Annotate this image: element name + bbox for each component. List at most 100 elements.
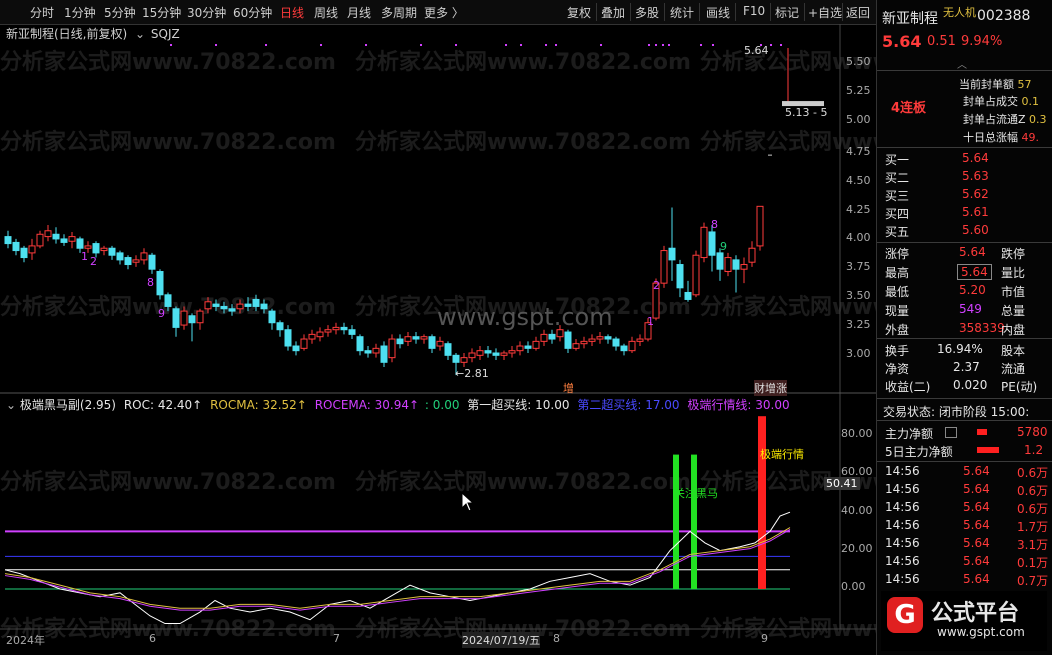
mark-button[interactable]: 标记 [775,4,799,21]
indicator-name[interactable]: SQJZ [151,27,180,41]
tab-30min[interactable]: 30分钟 [187,4,226,21]
sub-indicator-layer [4,416,791,625]
divider [699,3,700,21]
price-change-pct: 9.94% [961,34,1003,49]
chart-area[interactable]: 分析家公式网www.70822.com 分析家公式网www.70822.com 分析… [0,24,876,654]
event-label[interactable]: 增 [563,380,574,396]
table-icon[interactable] [945,427,957,438]
divider [770,3,771,21]
candle [716,248,724,281]
concept-tag[interactable]: 无人机 [943,4,976,20]
multi-stock-button[interactable]: 多股 [635,4,659,21]
price-tick: 5.25 [846,84,871,97]
candle [308,329,316,344]
tab-more[interactable]: 更多 〉 [424,4,464,21]
tick-volume: 1.7万 [1017,520,1049,534]
main-net5-bar [977,447,999,453]
candle [140,248,148,265]
candle [572,339,580,351]
signal-dot [520,44,522,46]
tick-time: 14:56 [885,554,920,568]
signal-dot [770,44,772,46]
bid-price[interactable]: 5.64 [962,151,989,165]
candle [356,334,364,356]
tab-5min[interactable]: 5分钟 [104,4,136,21]
candle [708,224,716,272]
tick-volume: 0.6万 [1017,484,1049,498]
price-tick: 5.00 [846,113,871,126]
rocma-line [4,527,791,609]
candle [516,341,524,356]
divider [804,3,805,21]
kline-svg[interactable]: 分析家公式网www.70822.com 分析家公式网www.70822.com 分析… [0,24,876,654]
td-number: 2 [90,255,97,268]
logo-box: G 公式平台 www.gspt.com [881,591,1047,651]
signal-dot [712,44,714,46]
stat-label: 外盘 [885,323,910,337]
bid-price[interactable]: 5.61 [962,205,989,219]
price-tick: 4.00 [846,231,871,244]
top-toolbar: 分时 1分钟 5分钟 15分钟 30分钟 60分钟 日线 周线 月线 多周期 更… [0,0,876,25]
chevron-down-icon[interactable]: ⌄ [135,27,145,41]
candle [156,269,164,300]
candle [460,353,468,367]
bid-price[interactable]: 5.63 [962,169,989,183]
add-watchlist-button[interactable]: +自选 [808,4,842,21]
back-button[interactable]: 返回 [846,4,870,21]
divider [630,3,631,21]
candle [268,308,276,330]
limit-up-count: 4连板 [891,101,927,116]
tab-60min[interactable]: 60分钟 [233,4,272,21]
stat-label: 总量 [1001,304,1026,318]
price-tick: 3.50 [846,289,871,302]
candle [196,308,204,330]
stat-label: 市值 [1001,285,1026,299]
overlay-button[interactable]: 叠加 [601,4,625,21]
seal-row: 封单占流通Z 0.3 [963,113,1047,126]
stat-label: 量比 [1001,266,1026,280]
trade-state: 交易状态: 闭市阶段 15:00: [883,405,1030,419]
event-label[interactable]: 财增涨 [754,380,787,396]
tick-time: 14:56 [885,464,920,478]
tab-multi-period[interactable]: 多周期 [381,4,417,21]
stat-label: 最低 [885,285,910,299]
stat-label: 股本 [1001,344,1026,358]
sub-tick: 20.00 [841,542,873,555]
candle [540,329,548,347]
bid-price[interactable]: 5.62 [962,187,989,201]
candle [28,238,36,260]
candle [68,231,76,249]
candle [116,250,124,265]
price-tick: 3.75 [846,260,871,273]
candle [100,245,108,256]
stat-value: 358339 [959,321,1005,335]
stat-value: 2.37 [953,360,980,374]
f10-button[interactable]: F10 [743,4,765,18]
td-number: 2 [653,279,660,292]
draw-line-button[interactable]: 画线 [706,4,730,21]
tab-daily[interactable]: 日线 [280,4,304,21]
price-tick: 4.25 [846,203,871,216]
price-tick: 5.50 [846,55,871,68]
tab-monthly[interactable]: 月线 [347,4,371,21]
stats-button[interactable]: 统计 [670,4,694,21]
tab-15min[interactable]: 15分钟 [142,4,181,21]
tab-1min[interactable]: 1分钟 [64,4,96,21]
signal-dot [648,44,650,46]
chevron-down-icon[interactable]: ⌄ [6,398,16,412]
stock-code: 002388 [977,8,1031,24]
bid-price[interactable]: 5.60 [962,223,989,237]
candle [468,348,476,363]
signal-bar-green [673,454,679,589]
seal-row: 十日总涨幅 49. [963,131,1039,144]
tab-fenshi[interactable]: 分时 [30,4,54,21]
candle [684,280,692,302]
tab-weekly[interactable]: 周线 [314,4,338,21]
restore-right-button[interactable]: 复权 [567,4,591,21]
tick-volume: 3.1万 [1017,538,1049,552]
candle [372,343,380,358]
mouse-cursor-icon [461,492,475,512]
chevron-up-icon[interactable]: ︿ [957,56,967,71]
sub-indicator-title[interactable]: 极端黑马副(2.95) [20,398,116,412]
x-tick: 7 [333,632,340,645]
